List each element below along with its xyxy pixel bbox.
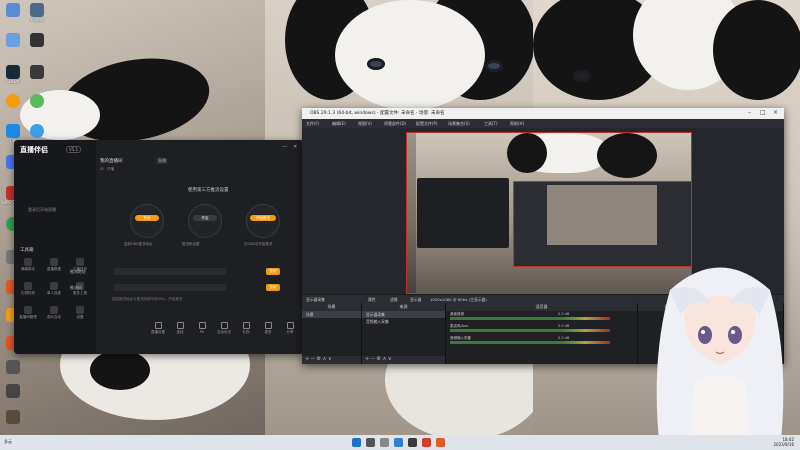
- close-icon[interactable]: ×: [773, 109, 778, 116]
- scene-item[interactable]: 场景: [302, 311, 361, 318]
- source-item[interactable]: 音频输入采集: [362, 318, 445, 325]
- tool-item[interactable]: 单人连麦: [43, 282, 65, 296]
- copy-url-button[interactable]: 复制: [266, 268, 280, 275]
- desktop-icon[interactable]: [2, 94, 24, 108]
- desktop-icon-label: Steam: [6, 79, 20, 84]
- menu-tools[interactable]: 工具(T): [484, 121, 498, 127]
- task-view-icon[interactable]: [380, 438, 389, 447]
- obs-taskbar-icon[interactable]: [408, 438, 417, 447]
- menu-help[interactable]: 帮助(H): [510, 121, 524, 127]
- push-key-label: 推流码: [70, 285, 82, 290]
- version-badge: V5.1: [66, 146, 82, 153]
- toolbar-item[interactable]: 直播设置: [148, 322, 168, 335]
- room-tag: 直播: [156, 158, 168, 164]
- desktop-icon[interactable]: [2, 3, 24, 17]
- menu-docks[interactable]: 停靠部件(D): [384, 121, 406, 127]
- push-hint: 复制推流地址与推流码填写到OBS，开始推流: [112, 297, 183, 301]
- desktop-icon[interactable]: [2, 410, 24, 424]
- step-circle: [130, 204, 164, 238]
- start-icon[interactable]: [352, 438, 361, 447]
- desktop-icon[interactable]: [2, 360, 24, 374]
- maximize-icon[interactable]: □: [760, 109, 766, 116]
- desktop-icon[interactable]: 回收站: [26, 3, 48, 23]
- dock-title: 混音器: [446, 303, 637, 311]
- copy-key-button[interactable]: 复制: [266, 284, 280, 291]
- desktop-icon[interactable]: [26, 124, 48, 138]
- scenes-dock: 场景 场景 + − ⚙ ∧ ∨: [302, 303, 362, 364]
- companion-taskbar-icon[interactable]: [436, 438, 445, 447]
- sources-dock: 来源 显示器采集 音频输入采集 + − ⚙ ∧ ∨: [362, 303, 446, 364]
- dock-title: 来源: [362, 303, 445, 311]
- push-url-field[interactable]: [114, 268, 226, 275]
- step-caption: 复制OBS推流地址: [124, 242, 153, 246]
- companion-sidebar: 直播伴侣 V5.1 登录后开始直播 工具箱 弹幕助手 直播数据 主播任务 礼物特…: [14, 140, 96, 354]
- desktop-icon[interactable]: [26, 65, 48, 79]
- taskbar: 多云 18:42 2023/9/16: [0, 435, 800, 450]
- desktop-icon[interactable]: [2, 384, 24, 398]
- obs-titlebar: OBS 29.1.3 (64-bit, windows) - 配置文件: 未命名…: [302, 108, 784, 119]
- desktop-icon-label: 回收站: [31, 17, 43, 22]
- vtuber-avatar: [656, 267, 784, 450]
- mixer-channel[interactable]: 桌面音频 0.0 dB: [446, 311, 637, 323]
- menu-scene-collection[interactable]: 场景集合(S): [448, 121, 470, 127]
- minimize-icon[interactable]: —: [282, 144, 287, 150]
- tool-item[interactable]: 设置: [69, 306, 91, 320]
- push-url-label: 推流地址: [70, 269, 86, 274]
- desktop-icon[interactable]: [26, 33, 48, 47]
- menu-edit[interactable]: 编辑(E): [332, 121, 346, 127]
- mixer-channel[interactable]: 麦克风/Aux 0.0 dB: [446, 323, 637, 335]
- obs-menubar: 文件(F) 编辑(E) 视图(V) 停靠部件(D) 配置文件(P) 场景集合(S…: [302, 119, 784, 128]
- step-title: 使用第三方推流设置: [188, 188, 229, 193]
- step-button[interactable]: 开始推流: [250, 215, 276, 221]
- companion-app-window: 直播伴侣 V5.1 登录后开始直播 工具箱 弹幕助手 直播数据 主播任务 礼物特…: [14, 140, 304, 354]
- desktop-icon[interactable]: [2, 33, 24, 47]
- menu-view[interactable]: 视图(V): [358, 121, 372, 127]
- toolbar-item[interactable]: 连线: [170, 322, 190, 335]
- step-caption: 在OBS中开始推流: [244, 242, 273, 246]
- minimize-icon[interactable]: –: [748, 109, 751, 116]
- step-caption: 推流码设置: [182, 242, 200, 246]
- toolbar-item[interactable]: PK: [192, 322, 212, 334]
- dock-controls[interactable]: + − ⚙ ∧ ∨: [362, 356, 445, 364]
- toolbar-item[interactable]: 更多: [258, 322, 278, 335]
- toolbar-item[interactable]: 礼物: [236, 322, 256, 335]
- step-button[interactable]: 开启: [193, 215, 217, 221]
- mixer-dock: 混音器 桌面音频 0.0 dB 麦克风/Aux 0.0 dB 音频输入采集 0.0 d…: [446, 303, 638, 364]
- push-key-field[interactable]: [114, 284, 226, 291]
- tool-item[interactable]: 弹幕助手: [17, 258, 39, 272]
- close-icon[interactable]: ✕: [293, 144, 297, 150]
- search-icon[interactable]: [366, 438, 375, 447]
- tool-item[interactable]: 观众互动: [43, 306, 65, 320]
- toolbar-item[interactable]: 互动玩法: [214, 322, 234, 335]
- tool-item[interactable]: 直播间管理: [17, 306, 39, 320]
- toolbar-item[interactable]: 分享: [280, 322, 300, 335]
- weather-widget[interactable]: 多云: [4, 439, 12, 445]
- room-title: 我的直播间: [100, 159, 123, 164]
- source-item[interactable]: 显示器采集: [362, 311, 445, 318]
- clock[interactable]: 18:42 2023/9/16: [773, 437, 794, 447]
- mixer-channel[interactable]: 音频输入采集 0.0 dB: [446, 335, 637, 347]
- app-taskbar-icon[interactable]: [422, 438, 431, 447]
- obs-title: OBS 29.1.3 (64-bit, windows) - 配置文件: 未命名…: [310, 111, 445, 116]
- companion-toolbar: 直播设置 连线 PK 互动玩法 礼物 更多 分享: [96, 318, 304, 340]
- toolbox-title: 工具箱: [20, 248, 34, 253]
- dock-title: 场景: [302, 303, 361, 311]
- browser-icon[interactable]: [394, 438, 403, 447]
- login-hint[interactable]: 登录后开始直播: [28, 207, 56, 213]
- menu-profile[interactable]: 配置文件(P): [416, 121, 438, 127]
- tool-item[interactable]: 直播数据: [43, 258, 65, 272]
- clock-date: 2023/9/16: [773, 442, 794, 447]
- step-button[interactable]: 开启: [135, 215, 159, 221]
- tool-item[interactable]: 礼物特效: [17, 282, 39, 296]
- menu-file[interactable]: 文件(F): [306, 121, 319, 127]
- step-circle: [188, 204, 222, 238]
- steam-icon[interactable]: Steam: [2, 65, 24, 84]
- step-circle: [246, 204, 280, 238]
- room-meta: ID · 开播: [100, 167, 115, 171]
- desktop-icon[interactable]: [26, 94, 48, 108]
- dock-controls[interactable]: + − ⚙ ∧ ∨: [302, 356, 361, 364]
- app-logo: 直播伴侣: [20, 146, 48, 154]
